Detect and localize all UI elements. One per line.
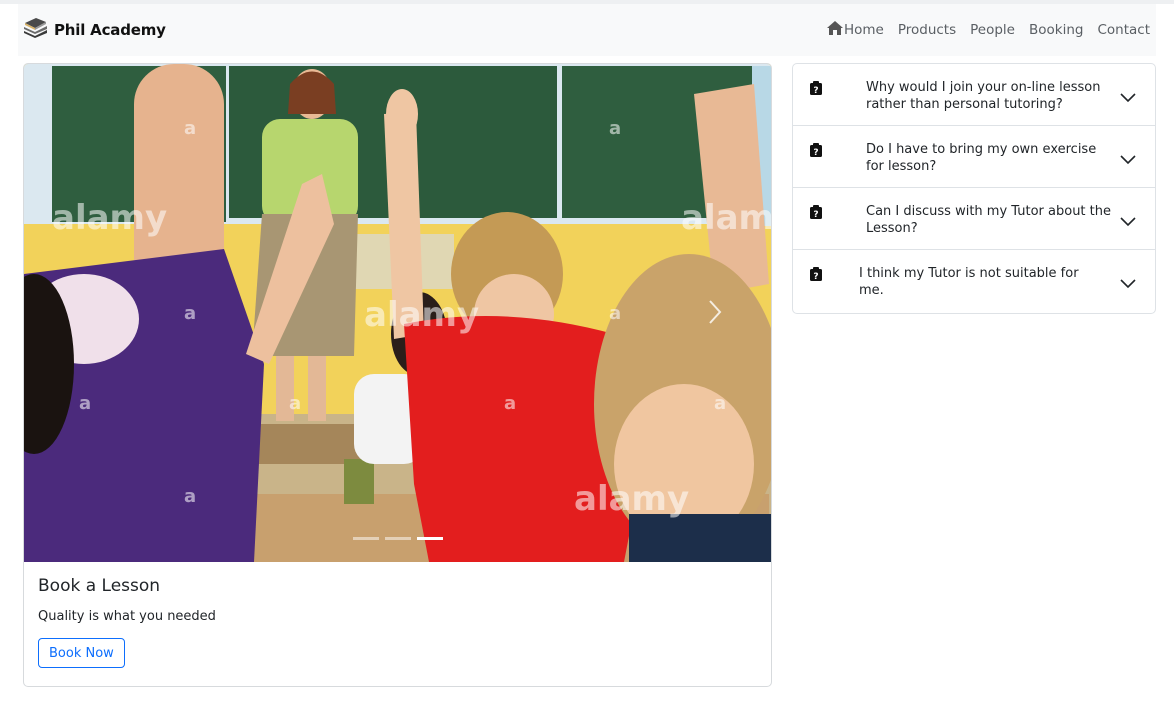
faq-item[interactable]: ? Can I discuss with my Tutor about the … [793, 188, 1155, 250]
faq-accordion: ? Why would I join your on-line lesson r… [792, 63, 1156, 314]
nav-item-booking[interactable]: Booking [1029, 22, 1083, 38]
card-title: Book a Lesson [38, 576, 161, 596]
faq-question: I think my Tutor is not suitable for me. [859, 266, 1079, 298]
card-text: Quality is what you needed [38, 609, 216, 624]
navbar: Phil Academy Home Products People Bookin… [18, 4, 1156, 56]
carousel-indicators [24, 537, 771, 543]
classroom-photo: alamy alamy alamy alamy a a a a a a a a … [24, 64, 771, 562]
faq-item[interactable]: ? Do I have to bring my own exercise for… [793, 126, 1155, 188]
nav-item-products[interactable]: Products [898, 22, 956, 38]
svg-text:?: ? [813, 86, 818, 95]
svg-text:alamy: alamy [681, 198, 771, 238]
nav-item-contact[interactable]: Contact [1097, 22, 1150, 38]
nav-item-home[interactable]: Home [826, 21, 884, 39]
nav-item-people[interactable]: People [970, 22, 1015, 38]
faq-item[interactable]: ? I think my Tutor is not suitable for m… [793, 250, 1155, 313]
svg-text:a: a [504, 393, 516, 414]
clipboard-question-icon: ? [810, 142, 822, 158]
nav-item-label: Home [843, 22, 884, 38]
svg-text:a: a [289, 393, 301, 414]
svg-text:a: a [609, 303, 621, 324]
chevron-right-icon [708, 299, 722, 329]
home-icon [826, 21, 843, 39]
clipboard-question-icon: ? [810, 80, 822, 96]
card-body: Book a Lesson Quality is what you needed… [38, 576, 758, 668]
svg-text:alamy: alamy [574, 479, 689, 519]
carousel-indicator-2[interactable] [384, 537, 411, 540]
brand-name: Phil Academy [54, 21, 166, 39]
svg-text:?: ? [813, 210, 818, 219]
carousel-next-button[interactable] [702, 294, 728, 334]
svg-text:a: a [609, 118, 621, 139]
clipboard-question-icon: ? [810, 266, 822, 282]
svg-text:a: a [184, 486, 196, 507]
brand-link[interactable]: Phil Academy [23, 18, 166, 42]
svg-text:alamy: alamy [364, 295, 479, 335]
svg-text:a: a [714, 393, 726, 414]
carousel-indicator-3[interactable] [416, 537, 443, 540]
chevron-down-icon [1120, 212, 1136, 231]
chevron-down-icon [1120, 150, 1136, 169]
lesson-card: alamy alamy alamy alamy a a a a a a a a … [23, 63, 772, 687]
svg-text:alamy: alamy [52, 198, 167, 238]
faq-question: Do I have to bring my own exercise for l… [866, 142, 1097, 174]
svg-text:?: ? [813, 148, 818, 157]
chevron-down-icon [1120, 274, 1136, 293]
faq-question: Why would I join your on-line lesson rat… [866, 80, 1101, 112]
books-icon [23, 18, 48, 42]
faq-question: Can I discuss with my Tutor about the Le… [866, 204, 1111, 236]
faq-item[interactable]: ? Why would I join your on-line lesson r… [793, 64, 1155, 126]
book-now-button[interactable]: Book Now [38, 638, 125, 668]
svg-text:a: a [79, 393, 91, 414]
svg-text:?: ? [813, 272, 818, 281]
nav-links: Home Products People Booking Contact [826, 21, 1150, 39]
chevron-down-icon [1120, 88, 1136, 107]
clipboard-question-icon: ? [810, 204, 822, 220]
hero-carousel[interactable]: alamy alamy alamy alamy a a a a a a a a … [24, 64, 771, 562]
svg-text:a: a [184, 303, 196, 324]
svg-text:a: a [184, 118, 196, 139]
carousel-indicator-1[interactable] [352, 537, 379, 540]
